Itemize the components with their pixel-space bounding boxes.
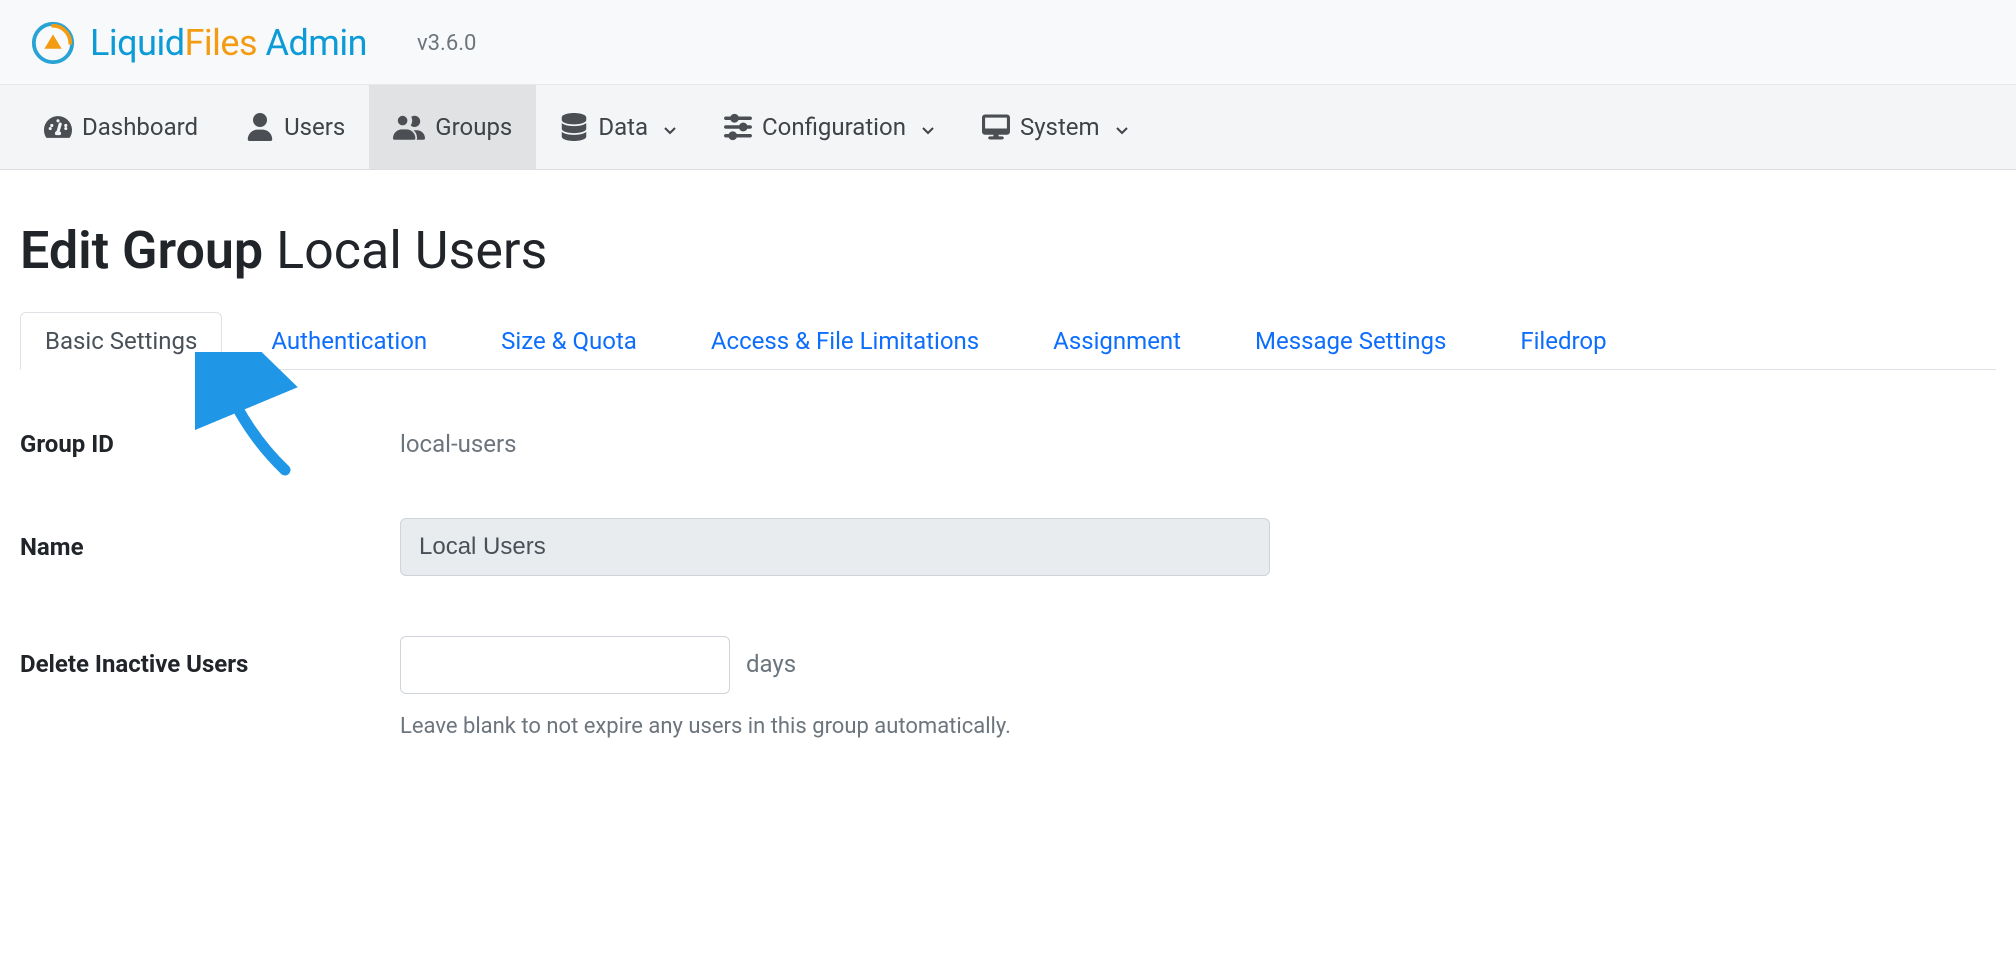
tab-size-quota[interactable]: Size & Quota	[476, 312, 662, 370]
user-icon	[246, 113, 274, 141]
brand-liquid: Liquid	[90, 22, 185, 64]
help-delete-inactive: Leave blank to not expire any users in t…	[400, 714, 1996, 739]
sliders-icon	[724, 113, 752, 141]
page-content: Edit Group Local Users Basic Settings Au…	[0, 170, 2016, 839]
row-group-id: Group ID local-users	[20, 430, 1996, 458]
main-nav: Dashboard Users Groups Data Configuratio…	[0, 84, 2016, 170]
nav-data[interactable]: Data	[536, 85, 700, 169]
nav-groups[interactable]: Groups	[369, 85, 536, 169]
tab-message-settings[interactable]: Message Settings	[1230, 312, 1471, 370]
tabs: Basic Settings Authentication Size & Quo…	[20, 311, 1996, 370]
page-title: Edit Group Local Users	[20, 220, 1996, 281]
desktop-icon	[982, 113, 1010, 141]
version-label: v3.6.0	[417, 31, 476, 56]
nav-users[interactable]: Users	[222, 85, 369, 169]
brand[interactable]: LiquidFiles Admin	[30, 20, 367, 66]
database-icon	[560, 113, 588, 141]
nav-configuration-label: Configuration	[762, 113, 906, 141]
dashboard-icon	[44, 113, 72, 141]
tab-access-file-limitations[interactable]: Access & File Limitations	[686, 312, 1004, 370]
top-brand-bar: LiquidFiles Admin v3.6.0	[0, 0, 2016, 84]
row-name: Name	[20, 518, 1996, 576]
brand-files: Files	[185, 22, 258, 64]
nav-groups-label: Groups	[435, 113, 512, 141]
caret-down-icon	[664, 113, 676, 141]
value-group-id: local-users	[400, 430, 516, 458]
nav-configuration[interactable]: Configuration	[700, 85, 958, 169]
input-delete-inactive-days[interactable]	[400, 636, 730, 694]
row-delete-inactive: Delete Inactive Users days Leave blank t…	[20, 636, 1996, 739]
caret-down-icon	[1116, 113, 1128, 141]
label-delete-inactive: Delete Inactive Users	[20, 636, 400, 678]
tab-basic-settings[interactable]: Basic Settings	[20, 312, 222, 370]
tab-authentication[interactable]: Authentication	[246, 312, 452, 370]
nav-users-label: Users	[284, 113, 345, 141]
label-name: Name	[20, 533, 400, 561]
nav-system[interactable]: System	[958, 85, 1152, 169]
nav-data-label: Data	[598, 113, 648, 141]
nav-dashboard[interactable]: Dashboard	[20, 85, 222, 169]
users-group-icon	[393, 113, 425, 141]
nav-system-label: System	[1020, 113, 1100, 141]
page-title-name: Local Users	[276, 220, 547, 281]
input-name[interactable]	[400, 518, 1270, 576]
caret-down-icon	[922, 113, 934, 141]
brand-admin: Admin	[257, 22, 367, 64]
page-title-prefix: Edit Group	[20, 220, 276, 281]
tab-assignment[interactable]: Assignment	[1028, 312, 1206, 370]
label-group-id: Group ID	[20, 430, 400, 458]
brand-text: LiquidFiles Admin	[90, 22, 367, 64]
tab-filedrop[interactable]: Filedrop	[1495, 312, 1631, 370]
nav-dashboard-label: Dashboard	[82, 113, 198, 141]
form: Group ID local-users Name Delete Inactiv…	[20, 430, 1996, 739]
suffix-days: days	[746, 650, 796, 678]
brand-logo-icon	[30, 20, 76, 66]
